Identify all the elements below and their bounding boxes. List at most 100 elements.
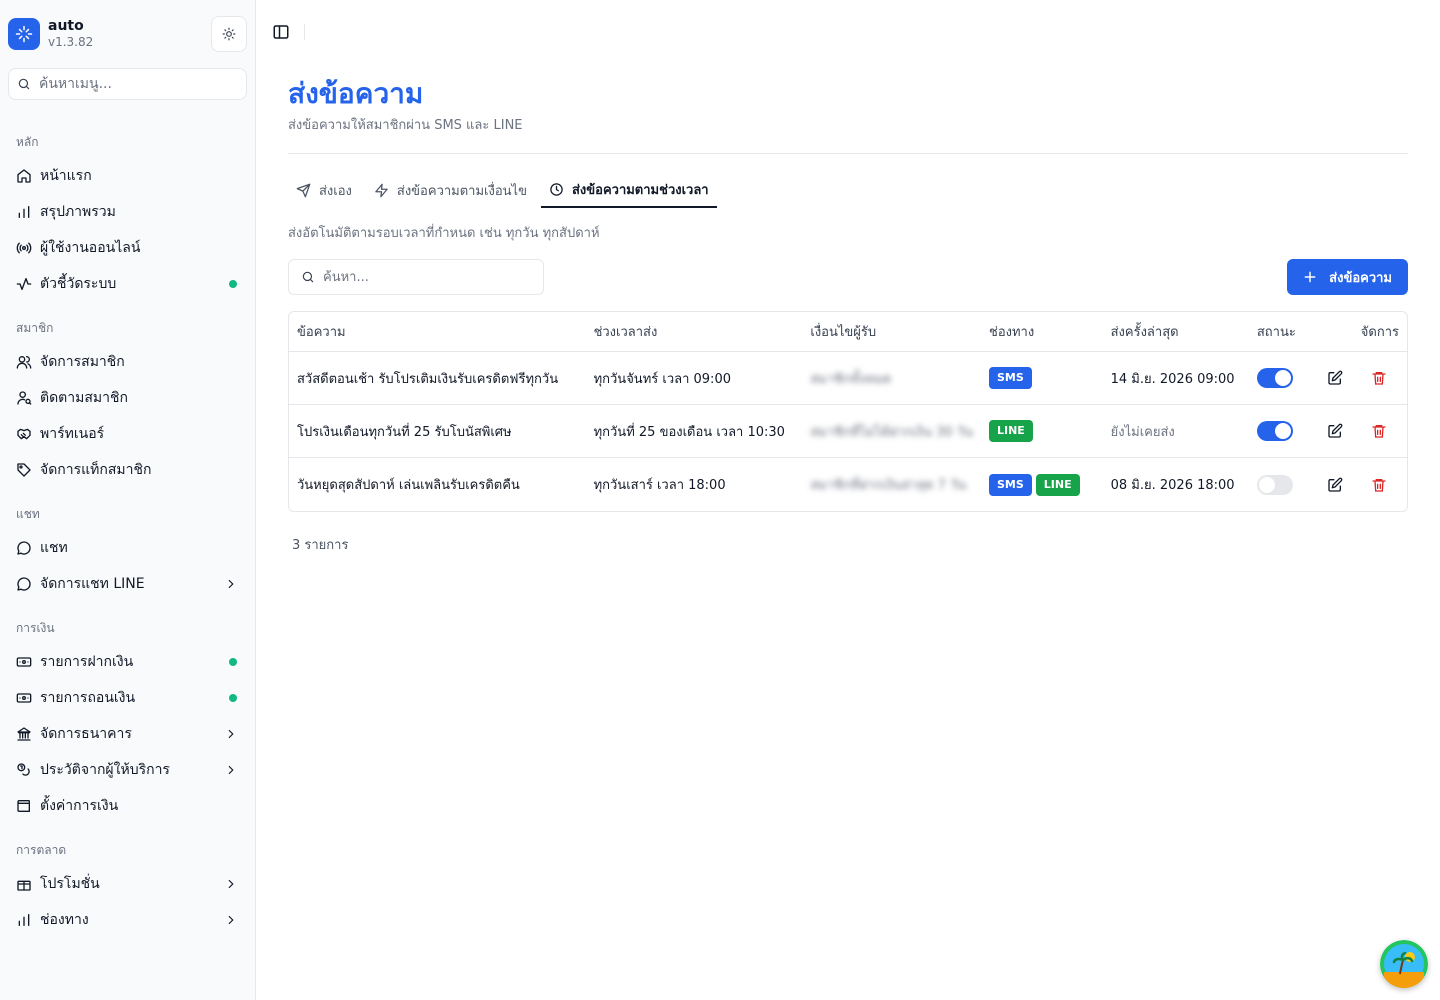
page-subtitle: ส่งข้อความให้สมาชิกผ่าน SMS และ LINE [288,118,523,133]
sidebar-item-manage-members[interactable]: จัดการสมาชิก [0,344,255,380]
sidebar-item-label: จัดการแท็กสมาชิก [40,462,152,478]
zap-icon [375,183,388,197]
sidebar-item-home[interactable]: หน้าแรก [0,158,255,194]
tab-send-manual[interactable]: ส่งเอง [288,172,360,208]
sidebar-item-label: จัดการแชท LINE [40,576,145,592]
coins-icon [17,763,30,776]
sidebar-item-online-users[interactable]: ผู้ใช้งานออนไลน์ [0,230,255,266]
search-box[interactable] [288,259,544,295]
cell-condition: สมาชิกทั้งหมด [810,371,892,387]
menu-search-input[interactable] [39,76,229,92]
page-title: ส่งข้อความ [288,77,424,110]
wallet-icon [17,800,30,812]
chevron-right-icon [228,729,234,739]
column-header-condition: เงื่อนไขผู้รับ [802,312,981,352]
status-toggle[interactable] [1256,474,1293,495]
brand-header: auto v1.3.82 [0,0,255,52]
home-icon [17,169,31,183]
trash-icon[interactable] [1371,370,1387,386]
cell-channels: SMS LINE [981,458,1103,511]
sidebar-item-channels[interactable]: ช่องทาง [0,902,255,938]
cell-schedule: ทุกวันจันทร์ เวลา 09:00 [585,352,803,405]
sidebar-item-withdrawals[interactable]: รายการถอนเงิน [0,680,255,716]
sidebar-item-chat[interactable]: แชท [0,530,255,566]
handshake-icon [17,428,31,440]
sidebar-item-label: ประวัติจากผู้ให้บริการ [40,762,170,778]
trash-icon[interactable] [1371,477,1387,493]
cell-schedule: ทุกวันที่ 25 ของเดือน เวลา 10:30 [585,405,803,458]
search-icon [18,78,30,90]
status-toggle[interactable] [1256,368,1293,388]
table-row: สวัสดีตอนเช้า รับโปรเติมเงินรับเครดิตฟรี… [289,352,1407,405]
status-dot [229,280,237,288]
scheduled-messages-table: ข้อความ ช่วงเวลาส่ง เงื่อนไขผู้รับ ช่องท… [288,311,1408,512]
tag-icon [17,463,31,477]
tab-send-conditional[interactable]: ส่งข้อความตามเงื่อนไข [366,172,535,208]
sun-icon [222,27,236,41]
theme-toggle-button[interactable] [211,16,247,52]
edit-icon[interactable] [1327,370,1343,386]
menu-search[interactable] [8,68,247,100]
sidebar-item-track-members[interactable]: ติดตามสมาชิก [0,380,255,416]
column-header-message: ข้อความ [289,312,586,352]
chat-icon [17,577,31,591]
sidebar-item-label: รายการถอนเงิน [40,690,136,706]
add-message-button[interactable]: ส่งข้อความ [1287,259,1408,295]
sidebar-item-deposits[interactable]: รายการฝากเงิน [0,644,255,680]
sidebar-item-system-metrics[interactable]: ตัวชี้วัดระบบ [0,266,255,302]
tab-send-scheduled[interactable]: ส่งข้อความตามช่วงเวลา [540,172,717,208]
user-search-icon [17,391,32,405]
sidebar-item-banks[interactable]: จัดการธนาคาร [0,716,255,752]
cell-condition: สมาชิกที่ฝากเงินล่าสุด 7 วัน [810,478,967,493]
sidebar-item-label: หน้าแรก [40,168,92,184]
sidebar-item-label: ช่องทาง [40,912,89,928]
sidebar-toggle-icon[interactable] [272,23,290,41]
sidebar-item-label: รายการฝากเงิน [40,654,134,670]
table-row: วันหยุดสุดสัปดาห์ เล่นเพลินรับเครดิตคืน … [289,458,1407,511]
sidebar-item-provider-history[interactable]: ประวัติจากผู้ให้บริการ [0,752,255,788]
sidebar-item-label: จัดการธนาคาร [40,726,132,742]
status-dot [229,694,237,702]
sidebar-item-label: แชท [40,540,68,556]
trash-icon[interactable] [1371,423,1387,439]
sidebar-item-label: โปรโมชั่น [40,876,100,892]
sidebar-item-label: ติดตามสมาชิก [40,390,128,406]
chevron-right-icon [228,765,234,775]
cell-last-sent: 08 มิ.ย. 2026 18:00 [1110,478,1235,493]
table-header-row: ข้อความ ช่วงเวลาส่ง เงื่อนไขผู้รับ ช่องท… [289,312,1407,352]
send-icon [296,183,311,197]
channel-badge-sms: SMS [989,473,1032,496]
sidebar-item-overview[interactable]: สรุปภาพรวม [0,194,255,230]
status-toggle[interactable] [1256,421,1293,441]
island-avatar-icon [1380,940,1428,988]
app-version: v1.3.82 [48,35,94,49]
sidebar-item-member-tags[interactable]: จัดการแท็กสมาชิก [0,452,255,488]
column-header-channel: ช่องทาง [981,312,1103,352]
group-label-finance: การเงิน [16,621,55,635]
bar-chart-icon [18,914,30,926]
group-label-marketing: การตลาด [16,843,67,857]
activity-icon [16,278,32,290]
table-row: โปรเงินเดือนทุกวันที่ 25 รับโบนัสพิเศษ ท… [289,405,1407,458]
cell-message: โปรเงินเดือนทุกวันที่ 25 รับโบนัสพิเศษ [289,405,586,458]
tab-bar: ส่งเอง ส่งข้อความตามเงื่อนไข ส่งข้อความต… [288,172,1408,208]
users-icon [16,356,32,369]
column-header-last-sent: ส่งครั้งล่าสุด [1102,312,1249,352]
assistant-avatar-button[interactable] [1380,940,1428,988]
search-input[interactable] [323,269,523,285]
clock-icon [550,182,563,196]
edit-icon[interactable] [1327,423,1343,439]
main-area: ส่งข้อความ ส่งข้อความให้สมาชิกผ่าน SMS แ… [256,0,1440,1000]
sidebar-item-finance-settings[interactable]: ตั้งค่าการเงิน [0,788,255,824]
sidebar-item-promotions[interactable]: โปรโมชั่น [0,866,255,902]
app-logo[interactable] [8,18,40,50]
group-label-members: สมาชิก [16,321,54,335]
channel-badge-line: LINE [1035,473,1080,496]
channel-badge-line: LINE [989,420,1033,442]
tab-label: ส่งข้อความตามเงื่อนไข [396,183,527,199]
sidebar-item-line-chat[interactable]: จัดการแชท LINE [0,566,255,602]
add-message-label: ส่งข้อความ [1329,270,1392,286]
chevron-right-icon [228,915,234,925]
edit-icon[interactable] [1327,477,1343,493]
sidebar-item-partners[interactable]: พาร์ทเนอร์ [0,416,255,452]
